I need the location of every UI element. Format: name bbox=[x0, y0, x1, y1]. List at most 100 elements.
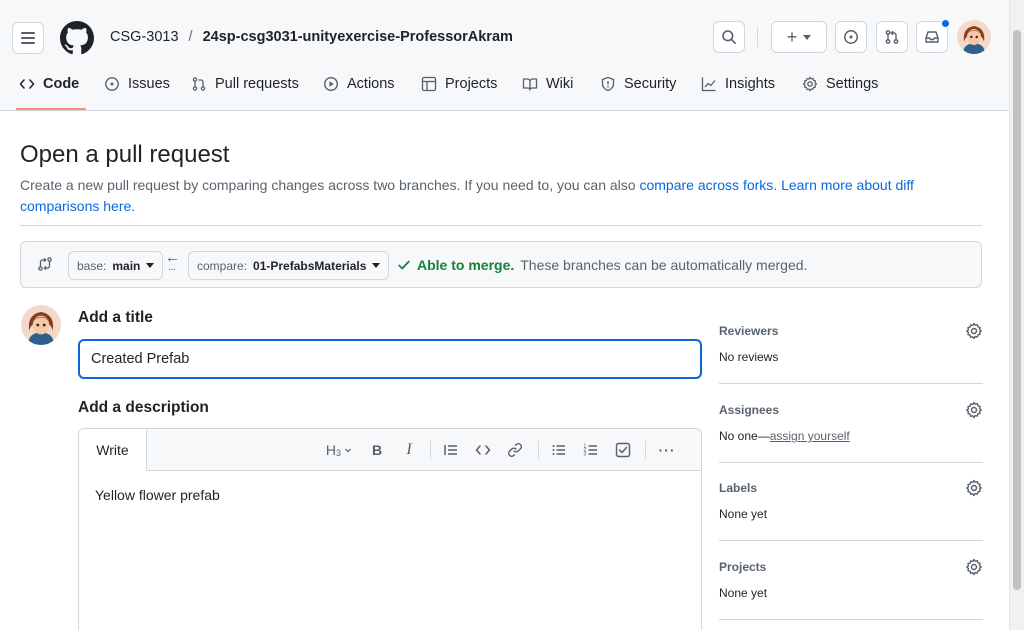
page-title: Open a pull request bbox=[20, 141, 230, 168]
merge-status: Able to merge. These branches can be aut… bbox=[397, 257, 807, 273]
compare-branch-select[interactable]: compare: 01-PrefabsMaterials bbox=[188, 251, 390, 280]
menu-bar bbox=[21, 37, 35, 39]
ordered-list-button[interactable]: 123 bbox=[581, 440, 601, 460]
tab-insights[interactable]: Insights bbox=[701, 76, 775, 92]
svg-text:3: 3 bbox=[584, 452, 587, 458]
unread-notification-dot bbox=[941, 19, 950, 28]
merge-status-ok: Able to merge. bbox=[417, 257, 515, 273]
menu-bar bbox=[21, 42, 35, 44]
projects-section: Projects None yet bbox=[719, 558, 983, 620]
base-branch-value: main bbox=[112, 258, 141, 273]
chevron-down-icon bbox=[803, 34, 812, 40]
toolbar-separator bbox=[430, 441, 431, 459]
task-list-button[interactable] bbox=[613, 440, 633, 460]
author-avatar[interactable] bbox=[21, 305, 61, 345]
assignees-label: Assignees bbox=[719, 403, 780, 417]
breadcrumb-separator: / bbox=[188, 29, 193, 45]
tab-label: Actions bbox=[347, 76, 395, 92]
description-text: Create a new pull request by comparing c… bbox=[20, 177, 640, 193]
title-label: Add a title bbox=[78, 309, 153, 326]
list-unordered-icon bbox=[552, 445, 565, 455]
menu-button[interactable] bbox=[12, 22, 44, 54]
sidebar-divider bbox=[719, 462, 983, 463]
code-icon bbox=[475, 445, 491, 455]
description-editor: Write H3 B I 123 ··· Yellow flower prefa… bbox=[78, 428, 702, 630]
tab-issues[interactable]: Issues bbox=[104, 76, 170, 92]
chevron-down-icon bbox=[372, 263, 381, 268]
shield-icon bbox=[601, 76, 615, 92]
title-input[interactable] bbox=[78, 339, 702, 379]
compare-branch-key: compare: bbox=[197, 258, 248, 273]
tab-actions[interactable]: Actions bbox=[323, 76, 395, 92]
git-compare-icon bbox=[38, 257, 52, 271]
heading-icon: H bbox=[325, 442, 337, 458]
git-pull-request-icon bbox=[885, 30, 899, 44]
gear-icon[interactable] bbox=[965, 479, 983, 497]
description-textarea[interactable]: Yellow flower prefab bbox=[95, 487, 220, 503]
gear-icon[interactable] bbox=[965, 558, 983, 576]
page-scrollbar[interactable] bbox=[1009, 0, 1024, 630]
description-label: Add a description bbox=[78, 399, 209, 416]
create-new-button[interactable]: + bbox=[771, 21, 827, 53]
more-options-button[interactable]: ··· bbox=[655, 440, 679, 460]
tab-write[interactable]: Write bbox=[79, 429, 147, 471]
code-button[interactable] bbox=[473, 440, 493, 460]
pull-requests-button[interactable] bbox=[876, 21, 908, 53]
unordered-list-button[interactable] bbox=[549, 440, 569, 460]
gear-icon[interactable] bbox=[965, 322, 983, 340]
tab-label: Code bbox=[43, 76, 80, 92]
heading-sub: 3 bbox=[336, 448, 342, 458]
projects-value: None yet bbox=[719, 586, 768, 600]
tab-security[interactable]: Security bbox=[600, 76, 676, 92]
book-icon bbox=[522, 78, 538, 91]
checkbox-icon bbox=[615, 442, 631, 458]
check-icon bbox=[398, 260, 410, 270]
code-icon bbox=[19, 79, 35, 89]
editor-toolbar: Write H3 B I 123 ··· bbox=[79, 429, 701, 471]
bold-button[interactable]: B bbox=[367, 440, 387, 460]
git-pull-request-icon bbox=[192, 77, 206, 91]
search-button[interactable] bbox=[713, 21, 745, 53]
section-divider bbox=[20, 225, 982, 226]
issues-button[interactable] bbox=[835, 21, 867, 53]
assignees-value: No one—assign yourself bbox=[719, 429, 850, 443]
assignees-section: Assignees No one—assign yourself bbox=[719, 401, 983, 463]
tab-label: Insights bbox=[725, 76, 775, 92]
compare-across-forks-link[interactable]: compare across forks. bbox=[639, 177, 777, 193]
tab-wiki[interactable]: Wiki bbox=[522, 76, 573, 92]
labels-label: Labels bbox=[719, 481, 758, 495]
base-branch-key: base: bbox=[77, 258, 107, 273]
gear-icon[interactable] bbox=[965, 401, 983, 419]
reviewers-label: Reviewers bbox=[719, 324, 779, 338]
scrollbar-thumb[interactable] bbox=[1013, 30, 1021, 590]
tab-code[interactable]: Code bbox=[19, 76, 79, 92]
italic-button[interactable]: I bbox=[399, 440, 419, 460]
chevron-down-icon bbox=[345, 448, 351, 453]
sidebar-divider bbox=[719, 383, 983, 384]
tab-projects[interactable]: Projects bbox=[421, 76, 497, 92]
repo-name-link[interactable]: 24sp-csg3031-unityexercise-ProfessorAkra… bbox=[203, 29, 513, 45]
compare-branch-value: 01-PrefabsMaterials bbox=[253, 258, 367, 273]
repo-owner-link[interactable]: CSG-3013 bbox=[110, 29, 179, 45]
labels-value: None yet bbox=[719, 507, 768, 521]
heading-button[interactable]: H3 bbox=[323, 440, 355, 460]
gear-icon bbox=[802, 76, 818, 92]
github-logo-icon[interactable] bbox=[60, 21, 94, 55]
assignees-none-text: No one— bbox=[719, 429, 770, 443]
list-ordered-icon: 123 bbox=[584, 444, 597, 458]
header-divider bbox=[757, 27, 758, 47]
user-avatar[interactable] bbox=[957, 20, 991, 54]
assign-yourself-link[interactable]: assign yourself bbox=[770, 429, 850, 443]
reviewers-value: No reviews bbox=[719, 350, 779, 364]
tab-pull-requests[interactable]: Pull requests bbox=[191, 76, 299, 92]
play-icon bbox=[323, 76, 339, 92]
link-button[interactable] bbox=[505, 440, 525, 460]
labels-section: Labels None yet bbox=[719, 479, 983, 541]
tab-settings[interactable]: Settings bbox=[802, 76, 878, 92]
avatar-image bbox=[21, 305, 61, 345]
arrow-left-icon: ← bbox=[165, 249, 180, 266]
quote-button[interactable] bbox=[441, 440, 461, 460]
sidebar-divider bbox=[719, 619, 983, 620]
table-icon bbox=[421, 76, 437, 92]
base-branch-select[interactable]: base: main bbox=[68, 251, 164, 280]
